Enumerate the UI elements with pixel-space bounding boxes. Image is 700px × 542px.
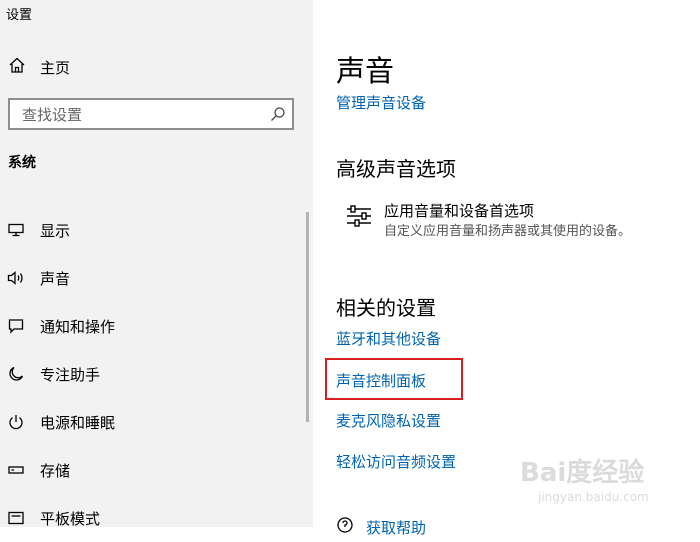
tablet-icon — [7, 509, 25, 527]
monitor-icon — [7, 221, 25, 239]
sidebar-item-label: 专注助手 — [40, 365, 101, 384]
sidebar-item-label: 显示 — [40, 221, 71, 240]
page-title: 声音 — [336, 54, 395, 88]
sidebar-item-focus-assist[interactable]: 专注助手 — [0, 350, 305, 398]
speaker-icon — [7, 269, 25, 287]
highlight-box — [325, 358, 463, 400]
related-settings-heading: 相关的设置 — [336, 296, 436, 320]
watermark-brand: Bai度经验 — [520, 458, 645, 488]
sidebar-item-label: 平板模式 — [40, 509, 101, 528]
search-icon[interactable] — [270, 106, 286, 126]
sidebar-scrollbar[interactable] — [306, 212, 309, 422]
home-label: 主页 — [40, 58, 71, 77]
window-title: 设置 — [6, 8, 33, 23]
sidebar-item-tablet-mode[interactable]: 平板模式 — [0, 494, 305, 542]
sidebar-item-label: 存储 — [40, 461, 71, 480]
sidebar-nav: 显示 声音 通知和操作 专注助手 电源和睡眠 存储 平板模式 — [0, 206, 305, 542]
sidebar-item-sound[interactable]: 声音 — [0, 254, 305, 302]
sidebar-item-power-sleep[interactable]: 电源和睡眠 — [0, 398, 305, 446]
app-volume-description: 自定义应用音量和扬声器或其使用的设备。 — [384, 224, 632, 239]
home-nav-item[interactable]: 主页 — [8, 56, 70, 78]
manage-sound-devices-link[interactable]: 管理声音设备 — [336, 92, 426, 113]
search-box[interactable] — [8, 98, 294, 130]
watermark: Bai度经验 jingyan.baidu.com — [520, 452, 690, 512]
microphone-privacy-link[interactable]: 麦克风隐私设置 — [336, 410, 441, 431]
sidebar-item-storage[interactable]: 存储 — [0, 446, 305, 494]
storage-icon — [7, 461, 25, 479]
home-icon — [8, 56, 26, 78]
sidebar-item-display[interactable]: 显示 — [0, 206, 305, 254]
section-label-system: 系统 — [8, 155, 36, 171]
notification-icon — [7, 317, 25, 335]
sliders-icon — [346, 204, 372, 232]
help-icon — [336, 516, 354, 538]
advanced-sound-options-heading: 高级声音选项 — [336, 157, 456, 181]
app-volume-title: 应用音量和设备首选项 — [384, 202, 535, 220]
bluetooth-devices-link[interactable]: 蓝牙和其他设备 — [336, 328, 441, 349]
moon-icon — [7, 365, 25, 383]
sidebar-item-label: 电源和睡眠 — [40, 413, 116, 432]
ease-of-access-audio-link[interactable]: 轻松访问音频设置 — [336, 451, 456, 472]
power-icon — [7, 413, 25, 431]
app-volume-preferences-item[interactable]: 应用音量和设备首选项 自定义应用音量和扬声器或其使用的设备。 — [346, 200, 686, 240]
sidebar-item-label: 通知和操作 — [40, 317, 116, 336]
search-input[interactable] — [20, 105, 264, 125]
sidebar: 设置 主页 系统 显示 — [0, 0, 313, 528]
watermark-url: jingyan.baidu.com — [538, 490, 649, 504]
get-help-link[interactable]: 获取帮助 — [366, 517, 426, 538]
sidebar-item-notifications[interactable]: 通知和操作 — [0, 302, 305, 350]
sidebar-item-label: 声音 — [40, 269, 71, 288]
get-help-item[interactable]: 获取帮助 — [336, 517, 426, 537]
